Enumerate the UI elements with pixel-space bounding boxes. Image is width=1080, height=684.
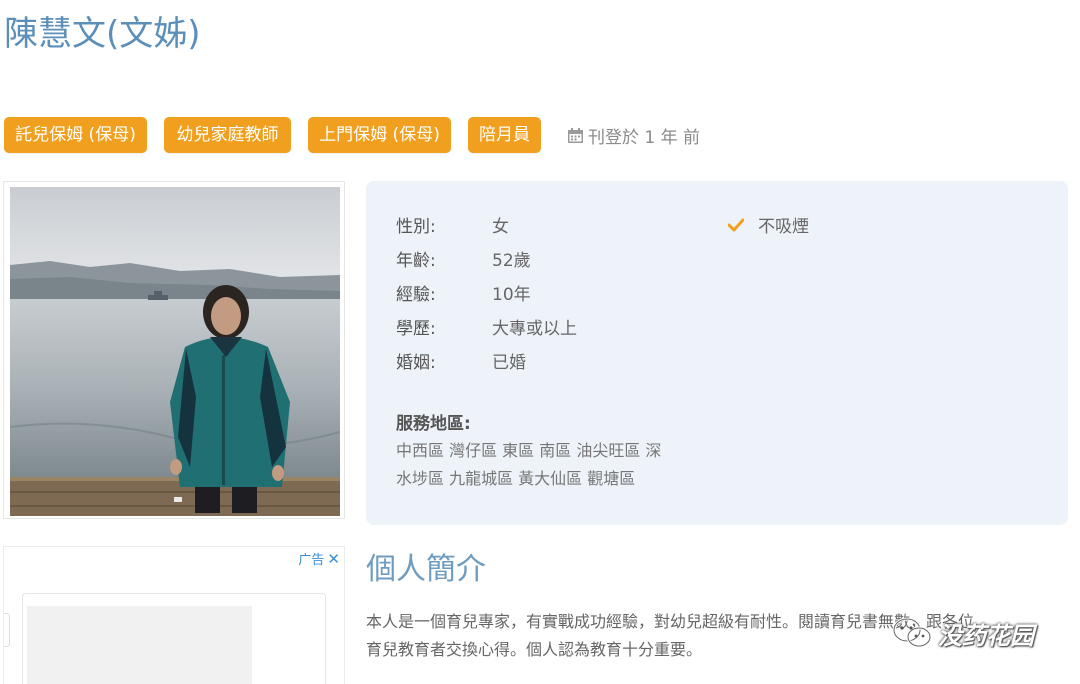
- ad-image-placeholder: [27, 606, 252, 684]
- service-area-line: 中西區 灣仔區 東區 南區 油尖旺區 深: [396, 441, 662, 460]
- posted-info: 刊登於 1 年 前: [567, 123, 700, 148]
- ad-scroll-handle[interactable]: [4, 613, 10, 647]
- detail-age: 年齡: 52歲: [396, 251, 531, 271]
- ad-label: 广告 ✕: [298, 549, 340, 569]
- wechat-icon: [892, 617, 932, 648]
- profile-photo[interactable]: [10, 187, 340, 516]
- detail-experience: 經驗: 10年: [396, 285, 531, 305]
- tag-list: 託兒保姆 (保母) 幼兒家庭教師 上門保姆 (保母) 陪月員 刊登於 1 年 前: [4, 117, 700, 153]
- detail-education: 學歷: 大專或以上: [396, 319, 577, 339]
- details-panel: 性別: 女 年齡: 52歲 經驗: 10年 學歷: 大專或以上 婚姻: 已婚 不吸煙 服務…: [366, 181, 1068, 525]
- tag-nanny[interactable]: 託兒保姆 (保母): [4, 117, 147, 153]
- no-smoking-attribute: 不吸煙: [728, 212, 809, 237]
- no-smoking-label: 不吸煙: [758, 217, 809, 237]
- service-area-line: 水埗區 九龍城區 黃大仙區 觀塘區: [396, 469, 636, 488]
- detail-gender: 性別: 女: [396, 217, 509, 237]
- profile-photo-card: [3, 181, 345, 519]
- intro-title: 個人簡介: [366, 552, 486, 587]
- close-icon[interactable]: ✕: [327, 550, 340, 568]
- tag-home-nanny[interactable]: 上門保姆 (保母): [308, 117, 451, 153]
- watermark-text: 没药花园: [938, 621, 1034, 650]
- tag-tutor[interactable]: 幼兒家庭教師: [164, 117, 291, 153]
- posted-text: 刊登於 1 年 前: [588, 127, 701, 148]
- ad-content[interactable]: [22, 593, 326, 684]
- service-area-label: 服務地區:: [396, 414, 471, 434]
- calendar-icon: [568, 127, 583, 143]
- checkmark-icon: [728, 218, 744, 231]
- watermark: 没药花园: [892, 608, 1062, 658]
- tag-confinement[interactable]: 陪月員: [468, 117, 541, 153]
- detail-marital: 婚姻: 已婚: [396, 353, 526, 373]
- page-title: 陳慧文(文姊): [4, 14, 201, 54]
- ad-banner[interactable]: 广告 ✕: [3, 546, 345, 684]
